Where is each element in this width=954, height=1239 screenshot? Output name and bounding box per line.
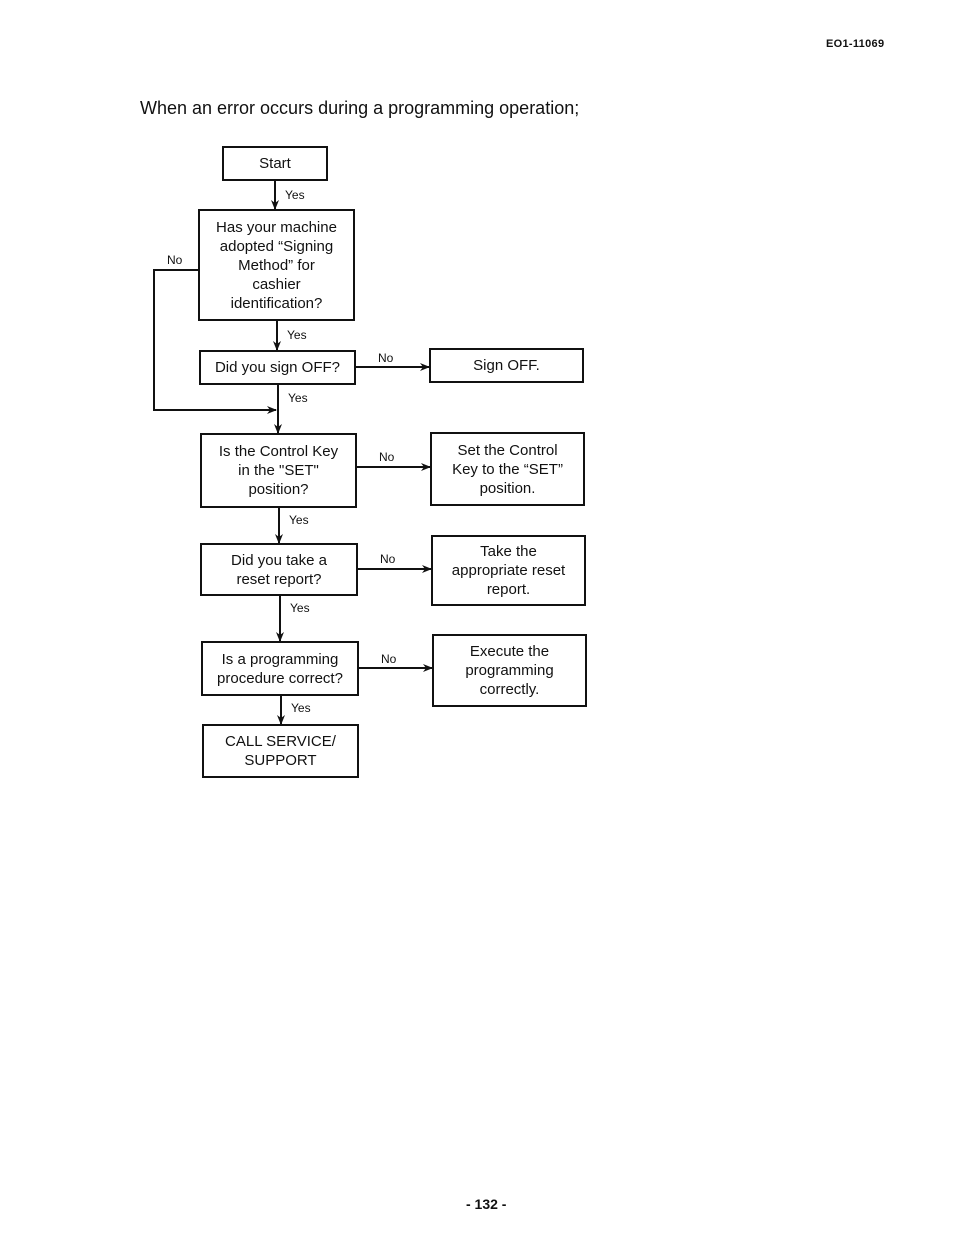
edge-label-no: No	[167, 253, 183, 267]
node-reset-report-action: Take the appropriate reset report.	[431, 535, 586, 606]
node-control-key-question: Is the Control Key in the "SET" position…	[200, 433, 357, 508]
edge-label-no: No	[380, 552, 396, 566]
node-control-key-action: Set the Control Key to the “SET” positio…	[430, 432, 585, 506]
node-call-service: CALL SERVICE/ SUPPORT	[202, 724, 359, 778]
page-number: - 132 -	[466, 1196, 507, 1212]
edge-label-yes: Yes	[285, 188, 305, 202]
node-reset-report-question: Did you take a reset report?	[200, 543, 358, 596]
node-sign-off-question: Did you sign OFF?	[199, 350, 356, 385]
edge-label-no: No	[379, 450, 395, 464]
edge-label-yes: Yes	[288, 391, 308, 405]
node-procedure-question: Is a programming procedure correct?	[201, 641, 359, 696]
edge-label-yes: Yes	[291, 701, 311, 715]
node-sign-off-action: Sign OFF.	[429, 348, 584, 383]
edge-label-yes: Yes	[290, 601, 310, 615]
edge-label-no: No	[381, 652, 397, 666]
edge-label-yes: Yes	[287, 328, 307, 342]
edge-label-no: No	[378, 351, 394, 365]
node-procedure-action: Execute the programming correctly.	[432, 634, 587, 707]
edge-label-yes: Yes	[289, 513, 309, 527]
node-start: Start	[222, 146, 328, 181]
flowchart-connectors	[153, 180, 433, 725]
node-signing-method-question: Has your machine adopted “Signing Method…	[198, 209, 355, 321]
